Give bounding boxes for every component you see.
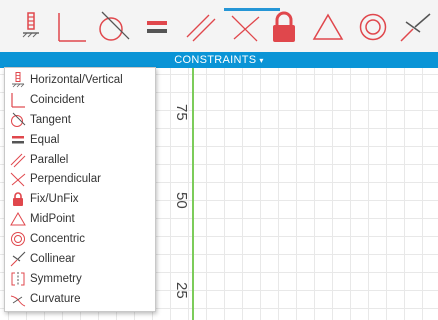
midpoint-icon (10, 211, 26, 227)
horizontal-vertical-icon (10, 71, 26, 88)
menu-item-collinear[interactable]: Collinear (5, 249, 155, 269)
menu-item-label: Fix/UnFix (30, 192, 79, 205)
parallel-icon (185, 11, 217, 43)
equal-icon (10, 132, 26, 148)
horizontal-vertical-icon (19, 12, 43, 42)
tangent-tool-button[interactable] (96, 9, 130, 45)
menu-item-tangent[interactable]: Tangent (5, 110, 155, 130)
coincident-icon (55, 11, 87, 43)
axis-label-25: 25 (173, 282, 190, 299)
collinear-tool-button[interactable] (398, 9, 432, 45)
axis-label-50: 50 (173, 192, 190, 209)
vertical-axis-line (192, 68, 194, 320)
collinear-icon (399, 11, 431, 43)
perpendicular-tool-button[interactable] (228, 9, 262, 45)
menu-item-label: Curvature (30, 292, 81, 305)
menu-item-horizontal-vertical[interactable]: Horizontal/Vertical (5, 70, 155, 90)
collinear-icon (10, 251, 26, 267)
menu-item-perpendicular[interactable]: Perpendicular (5, 169, 155, 189)
symmetry-icon (10, 271, 26, 287)
menu-item-label: Coincident (30, 93, 85, 106)
menu-item-label: Symmetry (30, 272, 82, 285)
perpendicular-icon (10, 171, 26, 187)
coincident-icon (10, 92, 26, 108)
menu-item-equal[interactable]: Equal (5, 130, 155, 150)
menu-item-label: Collinear (30, 252, 76, 265)
tangent-icon (96, 11, 130, 43)
menu-item-concentric[interactable]: Concentric (5, 229, 155, 249)
menu-item-label: Equal (30, 133, 60, 146)
concentric-tool-button[interactable] (356, 9, 390, 45)
lock-icon (10, 191, 26, 207)
lock-icon (269, 10, 299, 44)
parallel-tool-button[interactable] (184, 9, 218, 45)
concentric-icon (10, 231, 26, 247)
constraints-menu: Horizontal/Vertical Coincident Tangent E… (4, 67, 156, 312)
equal-tool-button[interactable] (140, 9, 174, 45)
menu-item-coincident[interactable]: Coincident (5, 90, 155, 110)
curvature-icon (10, 291, 26, 307)
constraints-label: CONSTRAINTS (174, 54, 257, 66)
menu-item-label: Tangent (30, 113, 71, 126)
menu-item-label: Concentric (30, 232, 85, 245)
menu-item-midpoint[interactable]: MidPoint (5, 209, 155, 229)
constraints-toolbar (0, 0, 438, 52)
fix-unfix-tool-button[interactable] (267, 9, 301, 45)
constraints-dropdown-toggle[interactable]: CONSTRAINTS ▾ (0, 52, 438, 68)
horizontal-vertical-tool-button[interactable] (14, 9, 48, 45)
concentric-icon (358, 12, 388, 42)
perpendicular-icon (229, 11, 261, 43)
menu-item-label: Perpendicular (30, 172, 101, 185)
menu-item-label: Horizontal/Vertical (30, 73, 123, 86)
equal-icon (143, 17, 171, 37)
tangent-icon (10, 112, 26, 128)
menu-item-parallel[interactable]: Parallel (5, 150, 155, 170)
coincident-tool-button[interactable] (54, 9, 88, 45)
midpoint-tool-button[interactable] (311, 9, 345, 45)
midpoint-icon (312, 12, 344, 42)
axis-label-75: 75 (173, 104, 190, 121)
menu-item-symmetry[interactable]: Symmetry (5, 269, 155, 289)
menu-item-curvature[interactable]: Curvature (5, 289, 155, 309)
caret-down-icon: ▾ (259, 56, 264, 65)
parallel-icon (10, 152, 26, 168)
menu-item-label: MidPoint (30, 212, 75, 225)
menu-item-fix-unfix[interactable]: Fix/UnFix (5, 189, 155, 209)
menu-item-label: Parallel (30, 153, 69, 166)
